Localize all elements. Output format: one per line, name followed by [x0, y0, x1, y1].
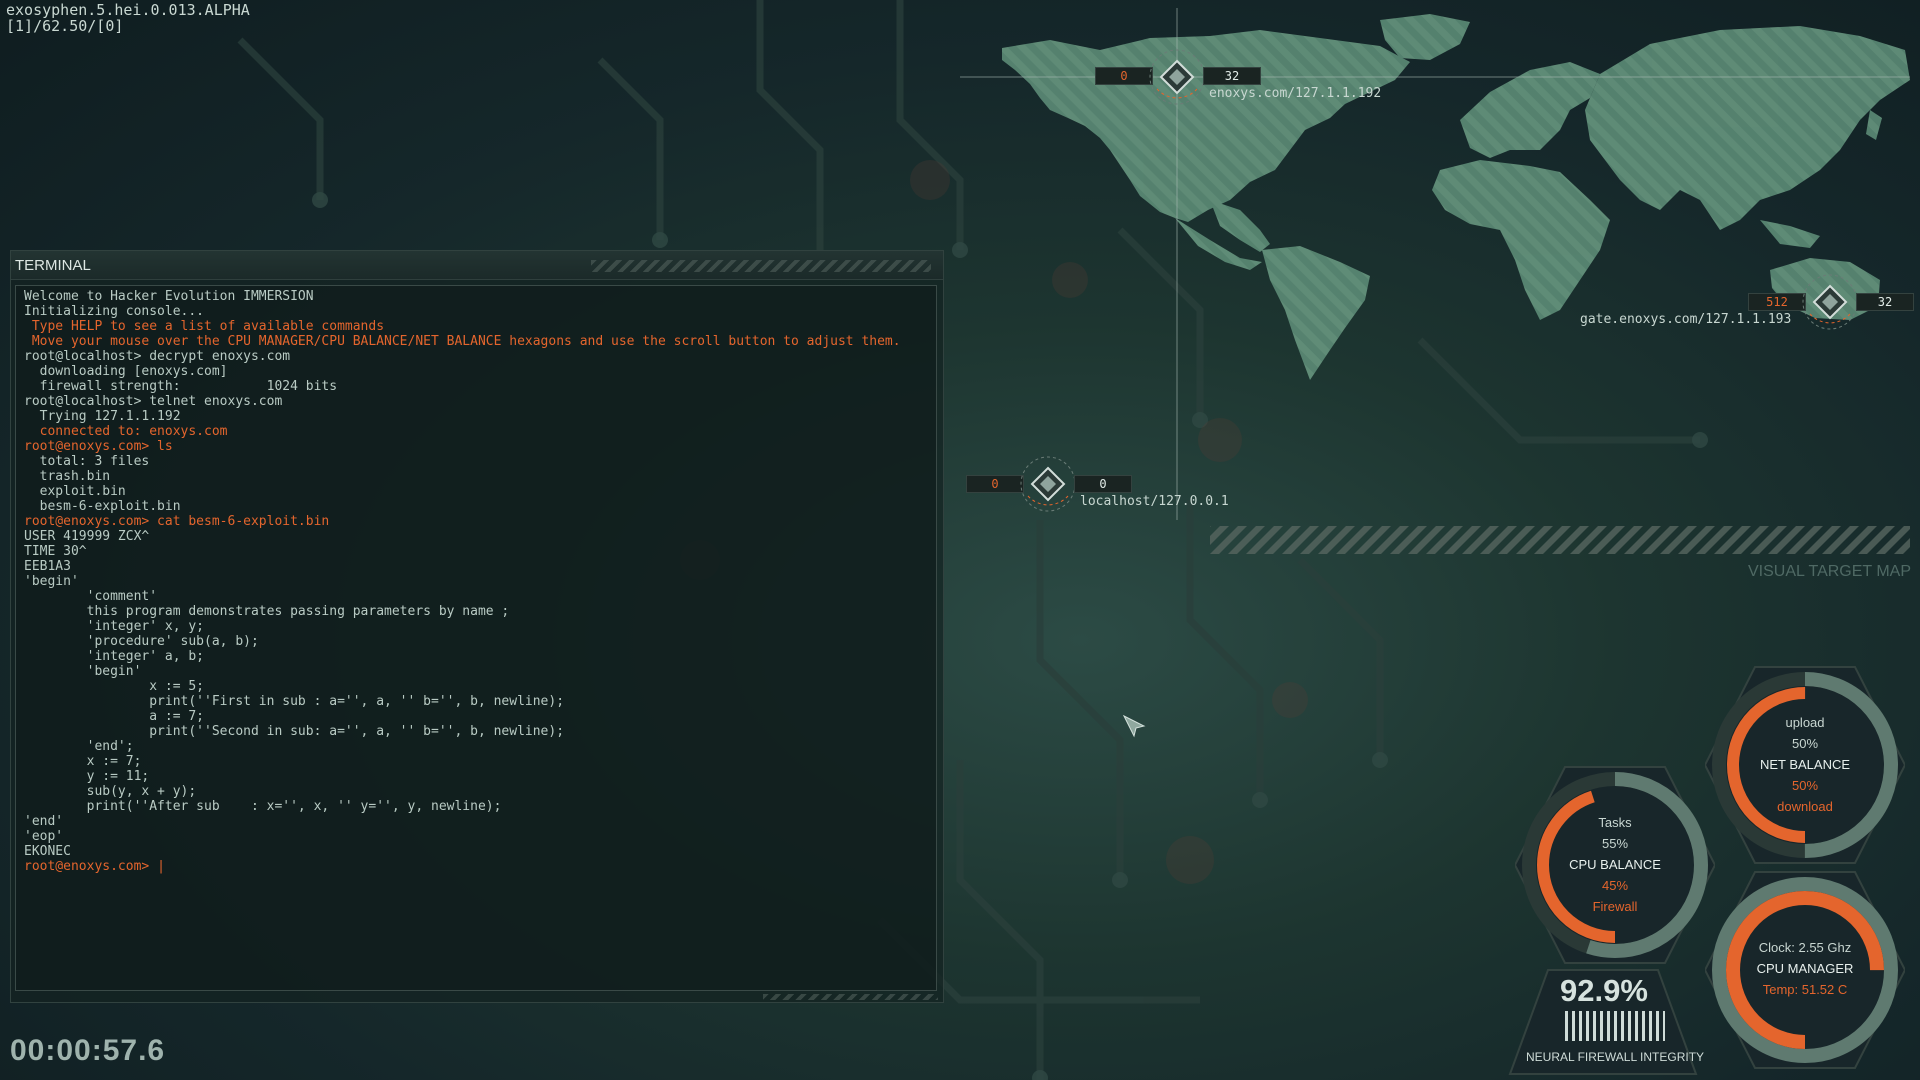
- terminal-line: a := 7;: [24, 709, 205, 724]
- version-info: exosyphen.5.hei.0.013.ALPHA [1]/62.50/[0…: [6, 2, 250, 34]
- terminal-line: besm-6-exploit.bin: [24, 499, 181, 514]
- terminal-line: root@enoxys.com> ls: [24, 439, 173, 454]
- neural-firewall-bars: [1565, 1011, 1665, 1041]
- terminal-output[interactable]: Welcome to Hacker Evolution IMMERSION Ini…: [15, 285, 937, 991]
- terminal-window[interactable]: TERMINAL Welcome to Hacker Evolution IMM…: [10, 250, 944, 1003]
- cpu-manager-temp: Temp: 51.52 C: [1762, 982, 1848, 997]
- terminal-input-line[interactable]: root@enoxys.com> |: [24, 859, 928, 874]
- terminal-line: 'procedure' sub(a, b);: [24, 634, 259, 649]
- terminal-line: Initializing console...: [24, 304, 205, 319]
- net-balance-hexagon[interactable]: upload 50% NET BALANCE 50% download: [1703, 665, 1907, 865]
- terminal-line: Trying 127.1.1.192: [24, 409, 181, 424]
- session-timer: 00:00:57.6: [10, 1034, 166, 1067]
- terminal-line: Welcome to Hacker Evolution IMMERSION: [24, 289, 314, 304]
- terminal-header-hatch: [591, 260, 931, 272]
- node-right-value: 32: [1203, 67, 1261, 85]
- neural-firewall-value: 92.9%: [1560, 973, 1648, 1008]
- terminal-line: 'comment': [24, 589, 158, 604]
- net-balance-upload-value: 50%: [1791, 736, 1819, 751]
- terminal-line: sub(y, x + y);: [24, 784, 197, 799]
- terminal-line: total: 3 files: [24, 454, 150, 469]
- net-balance-download-label: download: [1777, 799, 1833, 814]
- terminal-line: exploit.bin: [24, 484, 126, 499]
- terminal-line: print(''Second in sub: a='', a, '' b='',…: [24, 724, 565, 739]
- version-line-build: exosyphen.5.hei.0.013.ALPHA: [6, 1, 250, 19]
- mouse-pointer-icon: [1122, 714, 1146, 738]
- terminal-footer-hatch: [763, 994, 938, 1000]
- terminal-line: Type HELP to see a list of available com…: [24, 319, 385, 334]
- cpu-balance-title: CPU BALANCE: [1569, 857, 1661, 872]
- node-right-value: 0: [1074, 475, 1132, 493]
- cpu-manager-hexagon[interactable]: Clock: 2.55 Ghz CPU MANAGER Temp: 51.52 …: [1703, 870, 1907, 1070]
- terminal-line: print(''After sub : x='', x, '' y='', y,…: [24, 799, 502, 814]
- terminal-line: downloading [enoxys.com]: [24, 364, 228, 379]
- node-label-gate: gate.enoxys.com/127.1.1.193: [1580, 312, 1792, 327]
- terminal-line: Move your mouse over the CPU MANAGER/CPU…: [24, 334, 901, 349]
- cpu-balance-hexagon[interactable]: Tasks 55% CPU BALANCE 45% Firewall: [1513, 765, 1717, 965]
- terminal-line: firewall strength: 1024 bits: [24, 379, 338, 394]
- terminal-line: EEB1A3: [24, 559, 71, 574]
- cpu-balance-firewall-value: 45%: [1601, 878, 1629, 893]
- terminal-line: 'begin': [24, 574, 79, 589]
- terminal-line: connected to: enoxys.com: [24, 424, 228, 439]
- net-balance-title: NET BALANCE: [1759, 757, 1851, 772]
- node-left-value: 512: [1748, 293, 1806, 311]
- net-balance-upload-label: upload: [1785, 715, 1825, 730]
- diamond-node-icon: [1149, 49, 1205, 105]
- terminal-line: EKONEC: [24, 844, 71, 859]
- cpu-manager-clock: Clock: 2.55 Ghz: [1758, 940, 1852, 955]
- terminal-header[interactable]: TERMINAL: [11, 251, 943, 280]
- neural-firewall-label: NEURAL FIREWALL INTEGRITY: [1526, 1050, 1705, 1064]
- terminal-line: root@enoxys.com> cat besm-6-exploit.bin: [24, 514, 330, 529]
- node-label-localhost: localhost/127.0.0.1: [1080, 494, 1229, 509]
- terminal-title: TERMINAL: [15, 257, 91, 274]
- cpu-manager-title: CPU MANAGER: [1756, 961, 1854, 976]
- terminal-line: 'begin': [24, 664, 142, 679]
- terminal-line: trash.bin: [24, 469, 111, 484]
- map-caption: VISUAL TARGET MAP: [1748, 563, 1912, 580]
- terminal-line: y := 11;: [24, 769, 150, 784]
- terminal-line: this program demonstrates passing parame…: [24, 604, 510, 619]
- diamond-node-icon: [1020, 456, 1076, 512]
- version-line-stats: [1]/62.50/[0]: [6, 17, 124, 35]
- terminal-line: x := 7;: [24, 754, 142, 769]
- terminal-line: 'integer' a, b;: [24, 649, 205, 664]
- terminal-prompt: root@enoxys.com>: [24, 859, 158, 874]
- terminal-line: 'end';: [24, 739, 134, 754]
- terminal-line: USER 419999 ZCX^: [24, 529, 150, 544]
- terminal-line: TIME 30^: [24, 544, 87, 559]
- node-right-value: 32: [1856, 293, 1914, 311]
- net-balance-download-value: 50%: [1791, 778, 1819, 793]
- terminal-line: 'eop': [24, 829, 64, 844]
- terminal-line: 'integer' x, y;: [24, 619, 205, 634]
- terminal-line: root@localhost> decrypt enoxys.com: [24, 349, 291, 364]
- cpu-balance-tasks-label: Tasks: [1598, 815, 1632, 830]
- terminal-lines: Welcome to Hacker Evolution IMMERSION Ini…: [24, 289, 928, 859]
- node-label-enoxys: enoxys.com/127.1.1.192: [1209, 86, 1382, 101]
- terminal-cursor: |: [157, 859, 165, 874]
- terminal-line: 'end': [24, 814, 64, 829]
- cpu-balance-tasks-value: 55%: [1601, 836, 1629, 851]
- diamond-node-icon: [1802, 274, 1858, 330]
- cpu-balance-firewall-label: Firewall: [1592, 899, 1638, 914]
- terminal-line: print(''First in sub : a='', a, '' b='',…: [24, 694, 565, 709]
- terminal-line: root@localhost> telnet enoxys.com: [24, 394, 283, 409]
- node-left-value: 0: [1095, 67, 1153, 85]
- node-left-value: 0: [966, 475, 1024, 493]
- terminal-line: x := 5;: [24, 679, 205, 694]
